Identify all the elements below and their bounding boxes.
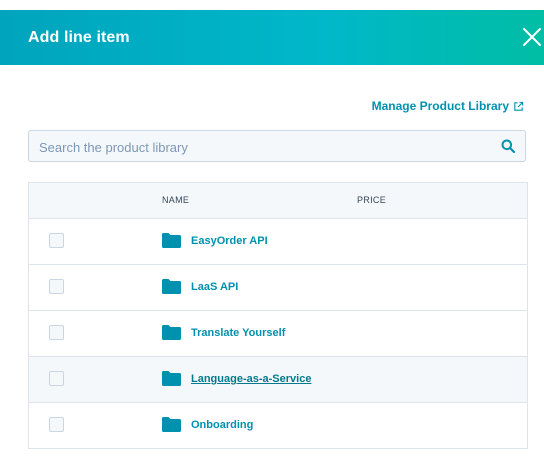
search-box — [28, 130, 526, 163]
row-checkbox[interactable] — [49, 417, 64, 432]
product-table: NAME PRICE EasyOrder API LaaS API Translat… — [28, 182, 528, 449]
row-name-link[interactable]: Language-as-a-Service — [191, 373, 311, 385]
table-row[interactable]: Onboarding — [29, 403, 527, 449]
folder-icon — [162, 279, 181, 294]
table-row[interactable]: Translate Yourself — [29, 311, 527, 357]
row-checkbox[interactable] — [49, 325, 64, 340]
table-header: NAME PRICE — [29, 183, 527, 219]
folder-icon — [162, 325, 181, 340]
search-icon[interactable] — [501, 139, 515, 153]
row-name-link[interactable]: Onboarding — [191, 419, 253, 431]
search-input[interactable] — [37, 131, 491, 163]
folder-icon — [162, 233, 181, 248]
table-row[interactable]: EasyOrder API — [29, 219, 527, 265]
row-name-link[interactable]: Translate Yourself — [191, 327, 285, 339]
dialog-title: Add line item — [28, 28, 130, 46]
row-checkbox[interactable] — [49, 233, 64, 248]
dialog-header: Add line item — [0, 10, 544, 65]
folder-icon — [162, 417, 181, 432]
close-icon[interactable] — [520, 25, 544, 49]
row-checkbox[interactable] — [49, 279, 64, 294]
table-row[interactable]: Language-as-a-Service — [29, 357, 527, 403]
row-name-link[interactable]: EasyOrder API — [191, 235, 268, 247]
table-row[interactable]: LaaS API — [29, 265, 527, 311]
manage-product-library-link[interactable]: Manage Product Library — [372, 99, 524, 113]
external-link-icon — [514, 101, 524, 111]
column-header-price[interactable]: PRICE — [357, 195, 386, 205]
row-checkbox[interactable] — [49, 371, 64, 386]
folder-icon — [162, 371, 181, 386]
row-name-link[interactable]: LaaS API — [191, 281, 238, 293]
manage-product-library-label: Manage Product Library — [371, 99, 509, 113]
column-header-name[interactable]: NAME — [162, 195, 189, 205]
